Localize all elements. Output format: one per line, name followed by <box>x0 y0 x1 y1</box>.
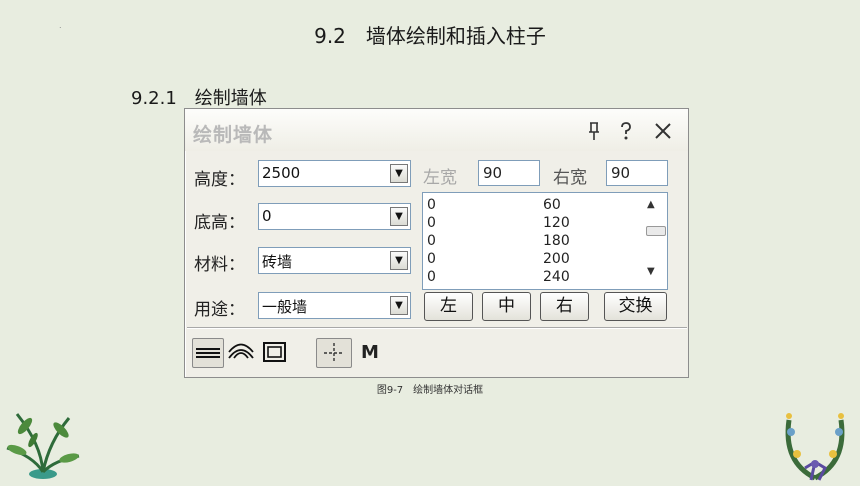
material-value: 砖墙 <box>262 253 293 271</box>
toolbar-divider <box>187 327 687 329</box>
usage-label: 用途： <box>194 300 245 320</box>
chevron-down-icon[interactable]: ▼ <box>390 251 408 270</box>
pin-icon[interactable] <box>587 121 601 145</box>
swap-button[interactable]: 交换 <box>604 292 667 321</box>
figure-caption: 图9-7 绘制墙体对话框 <box>376 385 484 396</box>
base-height-label: 底高： <box>194 213 245 233</box>
help-icon[interactable] <box>618 121 634 145</box>
scroll-down-icon[interactable]: ▼ <box>647 266 655 277</box>
base-height-value: 0 <box>262 207 272 225</box>
material-combo[interactable]: 砖墙 ▼ <box>258 247 411 274</box>
dialog-titlebar[interactable]: 绘制墙体 <box>185 109 688 151</box>
align-left-button[interactable]: 左 <box>424 292 473 321</box>
chevron-down-icon[interactable]: ▼ <box>390 207 408 226</box>
plant-decoration <box>3 404 83 486</box>
snap-crosshair-icon[interactable] <box>316 338 352 368</box>
material-label: 材料： <box>194 255 245 275</box>
align-right-button[interactable]: 右 <box>540 292 589 321</box>
height-combo[interactable]: 2500 ▼ <box>258 160 411 187</box>
width-listbox[interactable]: 0 60 0 120 0 180 0 200 0 240 ▲ ▼ <box>422 192 668 290</box>
height-label: 高度： <box>194 170 245 190</box>
base-height-combo[interactable]: 0 ▼ <box>258 203 411 230</box>
right-width-label: 右宽 <box>553 168 587 188</box>
slide-title: 9.2 墙体绘制和插入柱子 <box>314 24 546 48</box>
draw-wall-dialog: 绘制墙体 高度： 2500 ▼ 底高： 0 ▼ 材料： 砖墙 ▼ 用途： 一般墙… <box>184 108 689 378</box>
continuous-wall-icon[interactable] <box>192 338 224 368</box>
m-mode-toggle[interactable]: M <box>361 342 379 372</box>
scroll-thumb[interactable] <box>646 226 666 236</box>
left-width-label: 左宽 <box>423 168 457 188</box>
usage-value: 一般墙 <box>262 298 308 316</box>
list-scrollbar[interactable]: ▲ ▼ <box>641 193 667 289</box>
left-width-input[interactable]: 90 <box>478 160 540 186</box>
rectangle-wall-icon[interactable] <box>260 338 290 368</box>
wreath-decoration <box>775 402 855 486</box>
usage-combo[interactable]: 一般墙 ▼ <box>258 292 411 319</box>
arc-wall-icon[interactable] <box>226 338 256 368</box>
dialog-title: 绘制墙体 <box>193 124 274 146</box>
right-width-input[interactable]: 90 <box>606 160 668 186</box>
chevron-down-icon[interactable]: ▼ <box>390 296 408 315</box>
close-icon[interactable] <box>653 121 673 145</box>
section-heading: 9.2.1 绘制墙体 <box>131 88 267 109</box>
scroll-up-icon[interactable]: ▲ <box>647 199 655 210</box>
chevron-down-icon[interactable]: ▼ <box>390 164 408 183</box>
align-center-button[interactable]: 中 <box>482 292 531 321</box>
height-value: 2500 <box>262 164 301 182</box>
